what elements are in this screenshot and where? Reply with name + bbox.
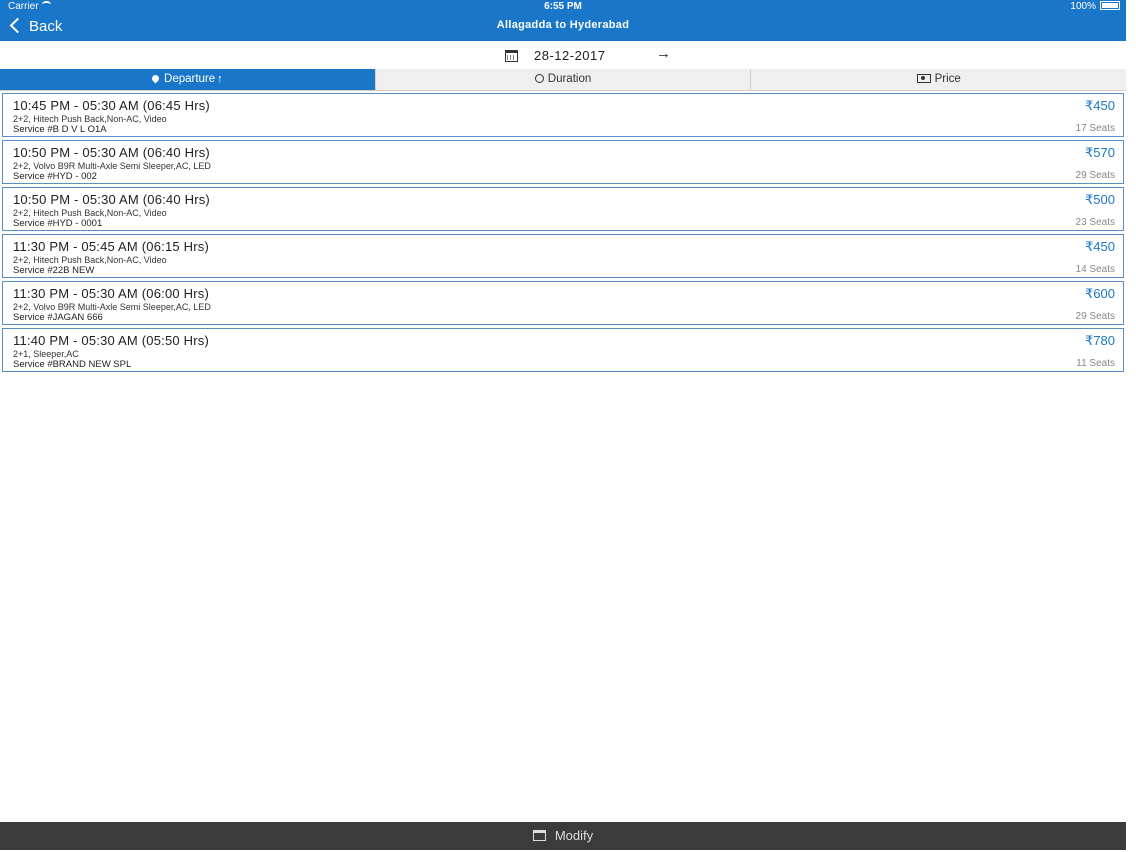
service-number: Service #JAGAN 666 (13, 312, 103, 323)
bus-type: 2+2, Hitech Push Back,Non-AC, Video (13, 208, 167, 218)
bus-timing: 10:45 PM - 05:30 AM (06:45 Hrs) (13, 98, 210, 113)
tab-departure[interactable]: Departure ↑ (0, 69, 375, 90)
sort-ascending-icon: ↑ (217, 73, 223, 85)
bus-list-item[interactable]: 10:45 PM - 05:30 AM (06:45 Hrs) 2+2, Hit… (2, 93, 1124, 137)
money-icon (916, 74, 931, 83)
bus-price: ₹450 (1085, 239, 1115, 254)
bus-price: ₹500 (1085, 192, 1115, 207)
bus-timing: 11:30 PM - 05:30 AM (06:00 Hrs) (13, 286, 209, 301)
bus-type: 2+2, Hitech Push Back,Non-AC, Video (13, 255, 167, 265)
bus-timing: 10:50 PM - 05:30 AM (06:40 Hrs) (13, 145, 210, 160)
bus-list-item[interactable]: 11:40 PM - 05:30 AM (05:50 Hrs) 2+1, Sle… (2, 328, 1124, 372)
status-bar: Carrier 6:55 PM 100% (0, 0, 1126, 14)
next-date-arrow-icon[interactable]: → (656, 45, 671, 62)
service-number: Service #HYD - 002 (13, 171, 97, 182)
service-number: Service #22B NEW (13, 265, 95, 276)
bus-type: 2+2, Hitech Push Back,Non-AC, Video (13, 114, 167, 124)
bus-list-item[interactable]: 10:50 PM - 05:30 AM (06:40 Hrs) 2+2, Hit… (2, 187, 1124, 231)
bus-price: ₹780 (1085, 333, 1115, 348)
available-seats: 23 Seats (1075, 217, 1115, 228)
service-number: Service #HYD - 0001 (13, 218, 103, 229)
battery-indicator: 100% (1070, 0, 1120, 14)
page-title: Allagadda to Hyderabad (496, 19, 630, 31)
travel-date[interactable]: 28-12-2017 (534, 48, 606, 63)
available-seats: 29 Seats (1075, 311, 1115, 322)
calendar-icon (532, 830, 546, 841)
bus-type: 2+2, Volvo B9R Multi-Axle Semi Sleeper,A… (13, 302, 211, 312)
clock-icon (534, 74, 544, 83)
bus-list: 10:45 PM - 05:30 AM (06:45 Hrs) 2+2, Hit… (0, 93, 1126, 375)
available-seats: 29 Seats (1075, 170, 1115, 181)
available-seats: 14 Seats (1075, 264, 1115, 275)
battery-icon (1100, 1, 1120, 10)
bus-timing: 11:40 PM - 05:30 AM (05:50 Hrs) (13, 333, 209, 348)
bus-type: 2+2, Volvo B9R Multi-Axle Semi Sleeper,A… (13, 161, 211, 171)
status-time: 6:55 PM (544, 1, 582, 12)
available-seats: 11 Seats (1076, 358, 1115, 369)
modify-button[interactable]: Modify (0, 822, 1126, 850)
service-number: Service #BRAND NEW SPL (13, 359, 132, 370)
bus-list-item[interactable]: 11:30 PM - 05:30 AM (06:00 Hrs) 2+2, Vol… (2, 281, 1124, 325)
available-seats: 17 Seats (1075, 123, 1115, 134)
bus-price: ₹450 (1085, 98, 1115, 113)
bus-price: ₹600 (1085, 286, 1115, 301)
tab-duration[interactable]: Duration (374, 69, 751, 90)
location-pin-icon (150, 73, 161, 84)
date-bar: 28-12-2017 → (0, 41, 1126, 69)
modify-label: Modify (554, 828, 594, 843)
sort-tabs: Departure ↑ Duration Price (0, 69, 1127, 91)
bus-list-item[interactable]: 10:50 PM - 05:30 AM (06:40 Hrs) 2+2, Vol… (2, 140, 1124, 184)
navigation-bar: Back Allagadda to Hyderabad (0, 14, 1126, 41)
bus-price: ₹570 (1085, 145, 1115, 160)
bus-type: 2+1, Sleeper,AC (13, 349, 79, 359)
calendar-icon[interactable] (505, 50, 518, 62)
service-number: Service #B D V L O1A (13, 124, 107, 135)
bus-timing: 11:30 PM - 05:45 AM (06:15 Hrs) (13, 239, 209, 254)
bus-list-item[interactable]: 11:30 PM - 05:45 AM (06:15 Hrs) 2+2, Hit… (2, 234, 1124, 278)
bus-timing: 10:50 PM - 05:30 AM (06:40 Hrs) (13, 192, 210, 207)
tab-price[interactable]: Price (750, 69, 1127, 90)
